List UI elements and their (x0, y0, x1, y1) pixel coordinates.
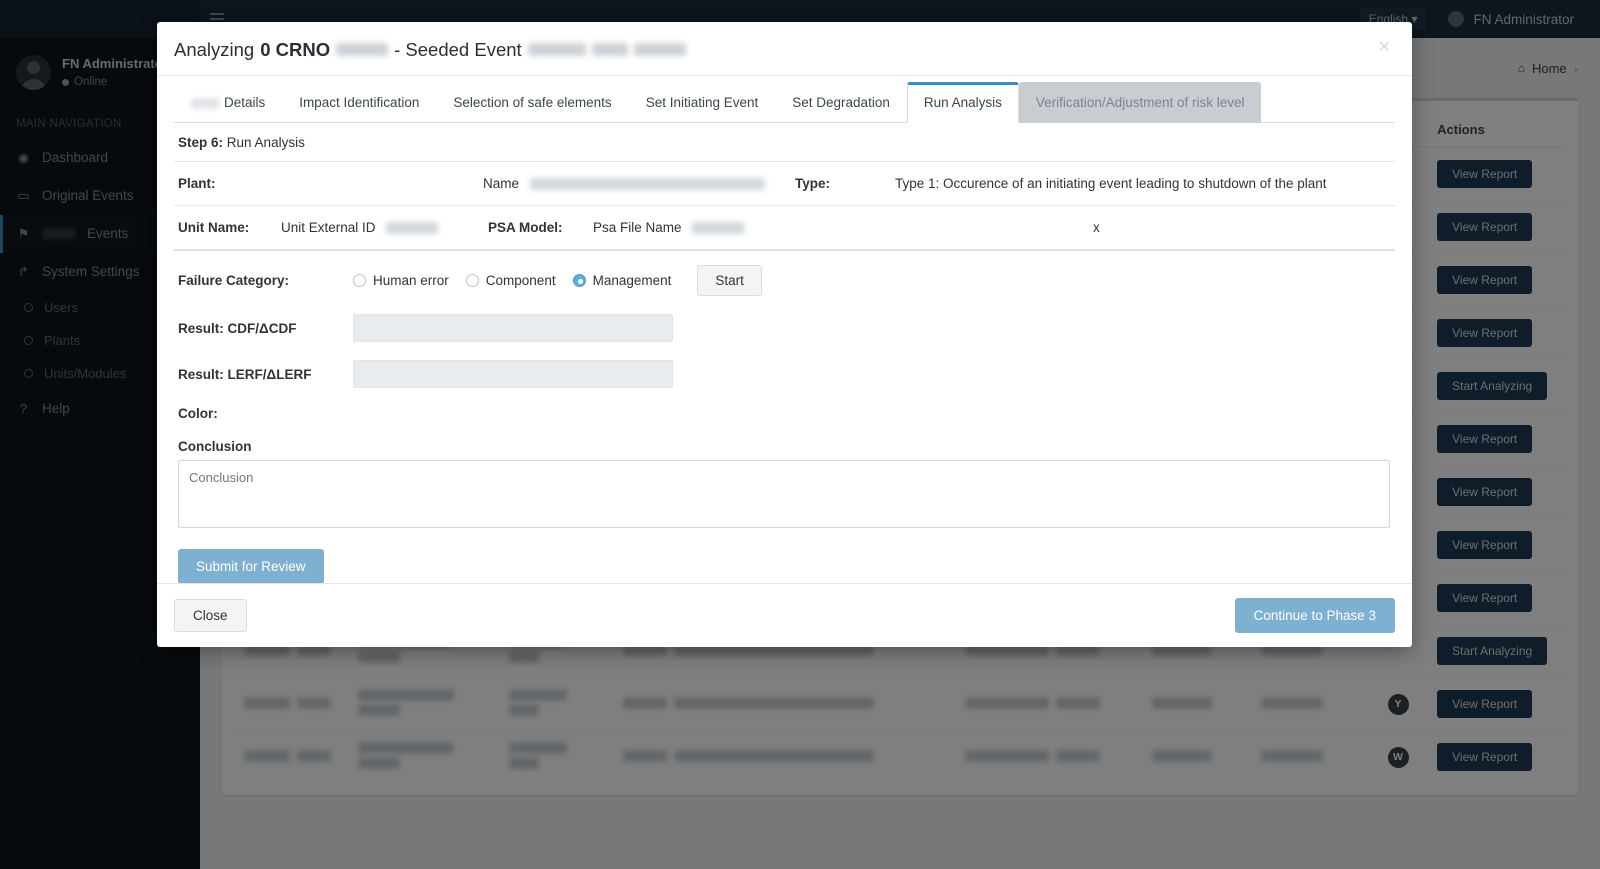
tab-label: Verification/Adjustment of risk level (1035, 95, 1245, 110)
unit-external-id-label: Unit External ID (281, 220, 376, 235)
radio-option-component[interactable]: Component (465, 273, 556, 288)
tab-set-initiating-event[interactable]: Set Initiating Event (629, 82, 776, 123)
radio-option-label: Human error (373, 273, 449, 288)
result-lerf-input[interactable] (353, 360, 673, 388)
tab-label: Details (224, 95, 266, 110)
step-name: Run Analysis (226, 135, 305, 150)
unit-name-label: Unit Name: (178, 220, 250, 235)
redacted-text (591, 43, 628, 56)
redacted-text (336, 43, 389, 56)
radio-option-label: Component (485, 273, 556, 288)
radio-option-label: Management (592, 273, 672, 288)
continue-to-phase-3-button[interactable]: Continue to Phase 3 (1234, 598, 1395, 633)
conclusion-label: Conclusion (178, 439, 252, 454)
tab-label: Set Degradation (792, 95, 890, 110)
radio-button-icon[interactable] (572, 274, 586, 287)
redacted-text (527, 43, 586, 56)
tab-label: Selection of safe elements (453, 95, 612, 110)
redacted-text (529, 178, 765, 191)
step-number: Step 6: (178, 135, 224, 150)
color-row: Color: (174, 397, 1395, 430)
plant-info-row: Plant: Name Type: Type 1: Occurence of a… (174, 162, 1395, 206)
failure-category-options: Human error Component Management (353, 273, 671, 288)
modal-title: Analyzing 0 CRNO - Seeded Event (174, 39, 1392, 61)
modal-title-prefix: Analyzing (174, 39, 255, 60)
failure-category-label: Failure Category: (178, 273, 290, 288)
tab-verification-adjustment-of-risk-level: Verification/Adjustment of risk level (1018, 82, 1262, 123)
redacted-text (633, 43, 686, 56)
psa-file-name-label: Psa File Name (593, 220, 682, 235)
conclusion-textarea[interactable] (178, 460, 1390, 528)
wizard-tabs: Details Impact Identification Selection of… (174, 82, 1395, 123)
unit-info-row: Unit Name: Unit External ID PSA Model: P… (174, 206, 1395, 251)
tab-label: Run Analysis (923, 95, 1002, 110)
result-lerf-label: Result: LERF/ΔLERF (178, 366, 312, 382)
close-button[interactable]: Close (174, 599, 247, 632)
redacted-text (386, 222, 439, 235)
modal-title-mid: - Seeded Event (394, 39, 522, 60)
modal-title-code: 0 CRNO (260, 39, 331, 60)
tab-label: Set Initiating Event (645, 95, 759, 110)
run-analysis-modal: Analyzing 0 CRNO - Seeded Event × Detail… (157, 22, 1412, 647)
plant-name-label: Name (483, 176, 520, 191)
close-icon[interactable]: × (1372, 36, 1396, 58)
step-indicator: Step 6: Run Analysis (174, 123, 1395, 162)
radio-option-management[interactable]: Management (572, 273, 672, 288)
start-button[interactable]: Start (697, 265, 762, 296)
result-cdf-input[interactable] (353, 314, 673, 342)
tab-details[interactable]: Details (174, 82, 282, 123)
modal-header: Analyzing 0 CRNO - Seeded Event × (157, 22, 1412, 76)
modal-footer: Close Continue to Phase 3 (157, 583, 1412, 647)
radio-option-human-error[interactable]: Human error (353, 273, 449, 288)
tab-selection-of-safe-elements[interactable]: Selection of safe elements (436, 82, 628, 123)
psa-model-label: PSA Model: (488, 220, 563, 235)
color-label: Color: (178, 406, 218, 421)
result-lerf-row: Result: LERF/ΔLERF (174, 351, 1395, 397)
radio-button-icon[interactable] (465, 274, 479, 287)
redacted-text (692, 222, 745, 235)
radio-button-icon[interactable] (353, 274, 366, 287)
tab-impact-identification[interactable]: Impact Identification (282, 82, 436, 123)
psa-remove-mark[interactable]: x (1093, 220, 1100, 235)
redacted-text (191, 97, 219, 109)
failure-category-row: Failure Category: Human error Component Ma… (174, 251, 1395, 305)
type-value: Type 1: Occurence of an initiating event… (895, 176, 1327, 191)
result-cdf-label: Result: CDF/ΔCDF (178, 320, 297, 336)
tab-label: Impact Identification (299, 95, 420, 110)
modal-body: Details Impact Identification Selection of… (157, 76, 1412, 583)
result-cdf-row: Result: CDF/ΔCDF (174, 305, 1395, 351)
submit-for-review-button[interactable]: Submit for Review (178, 549, 324, 583)
tab-set-degradation[interactable]: Set Degradation (775, 82, 907, 123)
type-label: Type: (795, 176, 831, 191)
tab-run-analysis[interactable]: Run Analysis (906, 82, 1019, 123)
plant-label: Plant: (178, 176, 216, 191)
